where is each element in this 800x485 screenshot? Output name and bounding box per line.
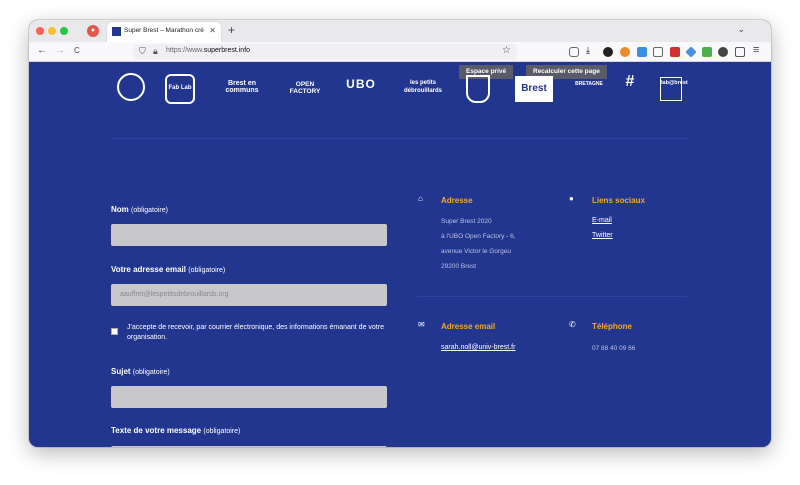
email-placeholder: aauffret@lespetitsdebrouillards.org [120, 291, 229, 298]
social-link-email[interactable]: E-mail [592, 217, 612, 224]
partner-logo-circle[interactable] [117, 73, 145, 101]
consent-checkbox[interactable] [111, 328, 118, 335]
header-divider [112, 138, 688, 139]
forward-button[interactable]: → [55, 45, 65, 56]
list-tabs-icon[interactable]: ⌄ [737, 24, 745, 35]
extension-frame-icon[interactable] [653, 47, 663, 57]
tab-active[interactable]: Super Brest – Marathon créatif ✕ [107, 22, 221, 42]
new-tab-button[interactable]: + [228, 23, 235, 37]
extension-d-icon[interactable] [637, 47, 647, 57]
name-label: Nom (obligatoire) [111, 205, 168, 214]
social-link-twitter[interactable]: Twitter [592, 232, 613, 239]
partner-logo-open-factory[interactable]: OPEN FACTORY [287, 81, 323, 95]
consent-text: J'accepte de recevoir, par courrier élec… [127, 324, 384, 341]
partner-logo-brest[interactable]: Brest [515, 76, 553, 102]
phone-icon: ✆ [569, 320, 576, 329]
partner-logo-fablab[interactable]: Fab Lab [165, 74, 195, 104]
comment-icon: ● [569, 194, 574, 203]
pinned-tab-icon[interactable]: ● [87, 25, 99, 37]
partner-logo-lab-brest[interactable]: lab@brest [660, 77, 688, 101]
extension-people-icon[interactable] [718, 47, 728, 57]
partner-logo-ubo[interactable]: UBO [341, 77, 381, 91]
phone-value: 07 88 40 09 66 [592, 345, 636, 352]
extension-orange-icon[interactable] [620, 47, 630, 57]
message-textarea[interactable] [111, 446, 387, 447]
email-input[interactable]: aauffret@lespetitsdebrouillards.org [111, 284, 387, 306]
shield-icon: ⛉ [139, 46, 146, 56]
email-label: Votre adresse email (obligatoire) [111, 265, 226, 274]
extension-a-icon[interactable] [603, 47, 613, 57]
lock-icon: 🔒︎ [153, 46, 158, 56]
partner-logo-bretagne[interactable]: BRETAGNE [575, 81, 603, 87]
partner-logo-brest-en-communs[interactable]: Brest en communs [217, 80, 267, 94]
menu-icon[interactable]: ≡ [753, 44, 759, 56]
pocket-icon[interactable] [569, 47, 579, 57]
tab-strip: ● Super Brest – Marathon créatif ✕ + ⌄ [29, 20, 771, 42]
extension-green-icon[interactable] [702, 47, 712, 57]
tab-title: Super Brest – Marathon créatif [124, 27, 204, 34]
contact-separator [417, 296, 687, 297]
email-address-title: Adresse email [441, 322, 496, 331]
bookmark-star-icon[interactable]: ☆ [502, 45, 511, 56]
extension-diamond-icon[interactable] [685, 46, 697, 58]
maximize-window-button[interactable] [60, 27, 68, 35]
address-title: Adresse [441, 196, 473, 205]
address-text: Super Brest 2020 à l'UBO Open Factory - … [441, 218, 516, 270]
close-window-button[interactable] [36, 27, 44, 35]
email-address-link[interactable]: sarah.noll@univ-brest.fr [441, 344, 515, 351]
page-content: Espace privé Recalculer cette page Fab L… [29, 63, 771, 447]
home-icon: ⌂ [418, 194, 423, 203]
reload-button[interactable]: C [74, 46, 80, 55]
subject-label: Sujet (obligatoire) [111, 367, 170, 376]
message-label: Texte de votre message (obligatoire) [111, 426, 241, 435]
phone-title: Téléphone [592, 322, 633, 331]
browser-window: ● Super Brest – Marathon créatif ✕ + ⌄ ←… [29, 20, 771, 447]
tab-favicon-icon [112, 27, 121, 36]
back-button[interactable]: ← [37, 45, 47, 56]
download-icon[interactable]: ⤓ [586, 45, 596, 55]
ublock-icon[interactable] [670, 47, 680, 57]
social-links-title: Liens sociaux [592, 196, 645, 205]
url-text: https://www.superbrest.info [166, 47, 251, 54]
envelope-icon: ✉ [418, 320, 425, 329]
name-input[interactable] [111, 224, 387, 246]
partner-logo-petits-debrouillards[interactable]: les petits débrouillards [399, 79, 447, 95]
tab-close-icon[interactable]: ✕ [209, 26, 216, 35]
url-bar[interactable]: ⛉ 🔒︎ https://www.superbrest.info ☆ [133, 44, 517, 60]
minimize-window-button[interactable] [48, 27, 56, 35]
subject-input[interactable] [111, 386, 387, 408]
navigation-bar: ← → C ⛉ 🔒︎ https://www.superbrest.info ☆… [29, 42, 771, 62]
extensions-puzzle-icon[interactable] [735, 47, 745, 57]
partner-logo-tag[interactable]: # [619, 73, 641, 91]
partner-logo-shield[interactable] [466, 75, 490, 103]
